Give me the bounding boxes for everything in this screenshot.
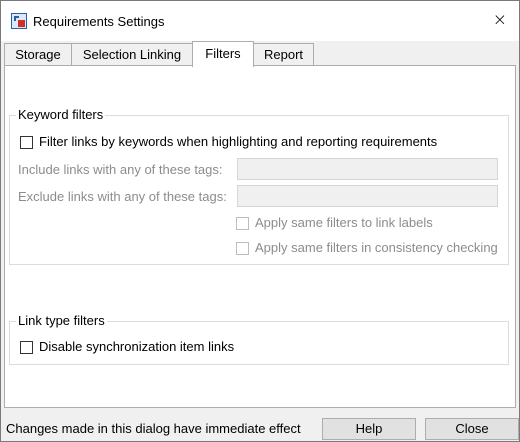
close-button[interactable]: Close <box>425 418 519 440</box>
disable-sync-links-label: Disable synchronization item links <box>39 339 235 354</box>
status-message: Changes made in this dialog have immedia… <box>6 421 301 436</box>
status-bar: Changes made in this dialog have immedia… <box>1 413 519 441</box>
disable-sync-links-checkbox[interactable] <box>20 341 33 354</box>
filter-by-keywords-label: Filter links by keywords when highlighti… <box>39 134 438 149</box>
requirements-app-icon <box>11 13 27 29</box>
tab-selection-linking[interactable]: Selection Linking <box>71 43 193 66</box>
apply-to-link-labels-checkbox[interactable] <box>236 217 249 230</box>
help-button[interactable]: Help <box>322 418 416 440</box>
include-tags-label: Include links with any of these tags: <box>18 162 223 177</box>
apply-to-consistency-label: Apply same filters in consistency checki… <box>255 240 498 255</box>
filters-panel: Keyword filters Filter links by keywords… <box>4 65 516 408</box>
include-tags-input[interactable] <box>237 158 498 180</box>
keyword-filters-label: Keyword filters <box>16 107 106 122</box>
title-bar[interactable]: Requirements Settings × <box>1 1 519 41</box>
apply-to-link-labels-label: Apply same filters to link labels <box>255 215 433 230</box>
link-type-filters-label: Link type filters <box>16 313 107 328</box>
window-title: Requirements Settings <box>33 14 165 29</box>
requirements-settings-dialog: Requirements Settings × Storage Selectio… <box>0 0 520 442</box>
close-icon[interactable]: × <box>493 10 507 30</box>
tab-filters[interactable]: Filters <box>192 41 254 67</box>
keyword-filters-group: Keyword filters Filter links by keywords… <box>9 107 509 265</box>
exclude-tags-input[interactable] <box>237 185 498 207</box>
link-type-filters-group: Link type filters Disable synchronizatio… <box>9 313 509 365</box>
apply-to-consistency-checkbox[interactable] <box>236 242 249 255</box>
tab-report[interactable]: Report <box>253 43 314 66</box>
exclude-tags-label: Exclude links with any of these tags: <box>18 189 227 204</box>
filter-by-keywords-checkbox[interactable] <box>20 136 33 149</box>
tab-storage[interactable]: Storage <box>4 43 72 66</box>
